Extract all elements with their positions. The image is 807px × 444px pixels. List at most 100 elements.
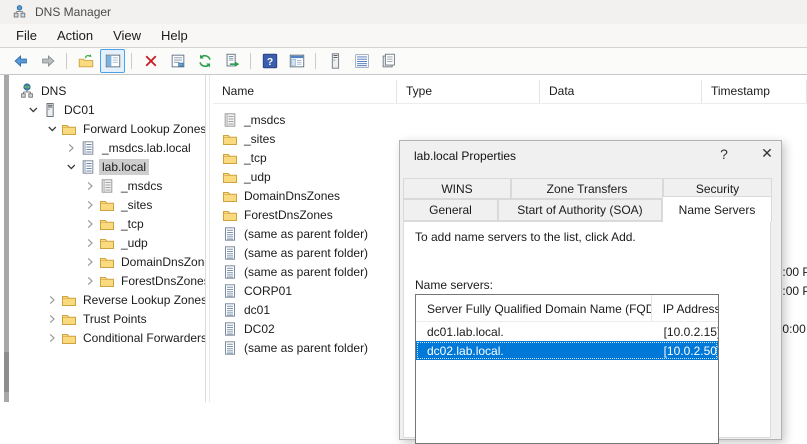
dns-app-icon [12, 5, 27, 20]
toolbar: ? [0, 47, 807, 75]
record-icon [222, 340, 238, 356]
chevron-collapsed-icon[interactable] [42, 313, 61, 325]
record-name: CORP01 [244, 284, 292, 298]
back-arrow-icon [12, 52, 30, 70]
svg-text:?: ? [266, 57, 272, 68]
properties-window-button[interactable] [165, 49, 190, 73]
name-servers-list: Server Fully Qualified Domain Name (FQDN… [415, 294, 719, 444]
menu-action[interactable]: Action [47, 25, 103, 46]
tree-item-lab-local[interactable]: lab.local [9, 157, 205, 176]
folder-icon [61, 311, 78, 327]
list-column-headers: NameTypeDataTimestamp [213, 80, 807, 104]
forward-arrow-icon [39, 52, 57, 70]
chevron-expanded-icon[interactable] [61, 161, 80, 173]
folder-icon [99, 197, 116, 213]
refresh-button[interactable] [192, 49, 217, 73]
list-row[interactable]: _msdcs [213, 110, 807, 129]
tree-item-trust-points[interactable]: Trust Points [9, 309, 205, 328]
tab-wins[interactable]: WINS [403, 178, 511, 199]
tree-item--sites[interactable]: _sites [9, 195, 205, 214]
ns-ip: [10.0.2.15] [653, 325, 718, 339]
title-bar: DNS Manager [0, 0, 807, 24]
dialog-title: lab.local Properties [414, 149, 516, 163]
tree-item-reverse-lookup-zones[interactable]: Reverse Lookup Zones [9, 290, 205, 309]
dialog-help-button[interactable]: ? [712, 146, 736, 166]
toolbar-separator [315, 53, 316, 69]
chevron-collapsed-icon[interactable] [42, 332, 61, 344]
folder-icon [99, 216, 116, 232]
toolbar-separator [131, 53, 132, 69]
chevron-collapsed-icon[interactable] [80, 275, 99, 287]
panel-divider-highlight [209, 75, 210, 402]
name-server-row[interactable]: dc01.lab.local.[10.0.2.15] [416, 322, 718, 341]
menu-view[interactable]: View [103, 25, 151, 46]
properties-dialog: lab.local Properties ? ✕ WINSZone Transf… [399, 140, 782, 440]
tab-row-lower: GeneralStart of Authority (SOA)Name Serv… [403, 199, 772, 221]
up-one-level-button[interactable] [73, 49, 98, 73]
tree-item--tcp[interactable]: _tcp [9, 214, 205, 233]
menu-help[interactable]: Help [151, 25, 198, 46]
column-header-timestamp[interactable]: Timestamp [702, 80, 807, 103]
show-console-tree-button[interactable] [100, 49, 125, 73]
record-icon [222, 226, 238, 242]
tab-name-servers[interactable]: Name Servers [662, 196, 772, 222]
tree-item--msdcs-lab-local[interactable]: _msdcs.lab.local [9, 138, 205, 157]
toolbar-separator [250, 53, 251, 69]
chevron-collapsed-icon[interactable] [42, 294, 61, 306]
tab-start-of-authority-soa-[interactable]: Start of Authority (SOA) [498, 199, 662, 221]
name-server-row[interactable]: dc02.lab.local.[10.0.2.50] [416, 341, 718, 360]
delete-button[interactable] [138, 49, 163, 73]
chevron-collapsed-icon[interactable] [80, 237, 99, 249]
tree-item--udp[interactable]: _udp [9, 233, 205, 252]
record-icon [222, 321, 238, 337]
record-list-button[interactable] [349, 49, 374, 73]
record-list-icon [353, 52, 371, 70]
column-header-name[interactable]: Name [213, 80, 397, 103]
column-header-fqdn[interactable]: Server Fully Qualified Domain Name (FQDN… [416, 295, 652, 321]
export-list-button[interactable] [219, 49, 244, 73]
server-rack-icon [326, 52, 344, 70]
tree-item-dns[interactable]: DNS [9, 81, 205, 100]
column-header-type[interactable]: Type [397, 80, 540, 103]
tree-item-forward-lookup-zones[interactable]: Forward Lookup Zones [9, 119, 205, 138]
folder-icon [99, 254, 116, 270]
folder-icon [99, 235, 116, 251]
help-button[interactable]: ? [257, 49, 282, 73]
record-name: _tcp [244, 151, 267, 165]
clipboard-button[interactable] [376, 49, 401, 73]
server-rack-button[interactable] [322, 49, 347, 73]
tree-item--msdcs[interactable]: _msdcs [9, 176, 205, 195]
column-header-ip-address[interactable]: IP Address [652, 295, 718, 321]
panel-divider[interactable] [205, 75, 206, 402]
chevron-collapsed-icon[interactable] [80, 199, 99, 211]
dialog-title-bar[interactable]: lab.local Properties ? ✕ [400, 141, 781, 173]
delete-icon [142, 52, 160, 70]
tree-item-domaindnszones[interactable]: DomainDnsZones [9, 252, 205, 271]
chevron-expanded-icon[interactable] [23, 104, 42, 116]
tab-general[interactable]: General [403, 199, 498, 221]
chevron-collapsed-icon[interactable] [80, 180, 99, 192]
chevron-collapsed-icon[interactable] [80, 218, 99, 230]
tree-item-dc01[interactable]: DC01 [9, 100, 205, 119]
menu-file[interactable]: File [6, 25, 47, 46]
new-window-button[interactable] [284, 49, 309, 73]
folder-icon [222, 169, 238, 185]
record-name: (same as parent folder) [244, 227, 368, 241]
dialog-close-button[interactable]: ✕ [754, 145, 780, 166]
tree-item-forestdnszones[interactable]: ForestDnsZones [9, 271, 205, 290]
folder-icon [222, 150, 238, 166]
tab-zone-transfers[interactable]: Zone Transfers [511, 178, 663, 199]
forward-arrow-button[interactable] [35, 49, 60, 73]
folder-icon [222, 207, 238, 223]
chevron-collapsed-icon[interactable] [61, 142, 80, 154]
column-header-data[interactable]: Data [540, 80, 702, 103]
dns-root-icon [19, 83, 36, 99]
tree-item-conditional-forwarders[interactable]: Conditional Forwarders [9, 328, 205, 347]
back-arrow-button[interactable] [8, 49, 33, 73]
chevron-collapsed-icon[interactable] [80, 256, 99, 268]
menu-bar: FileActionViewHelp [0, 24, 807, 47]
toolbar-separator [66, 53, 67, 69]
chevron-expanded-icon[interactable] [42, 123, 61, 135]
zone-gray-icon [222, 112, 238, 128]
export-list-icon [223, 52, 241, 70]
